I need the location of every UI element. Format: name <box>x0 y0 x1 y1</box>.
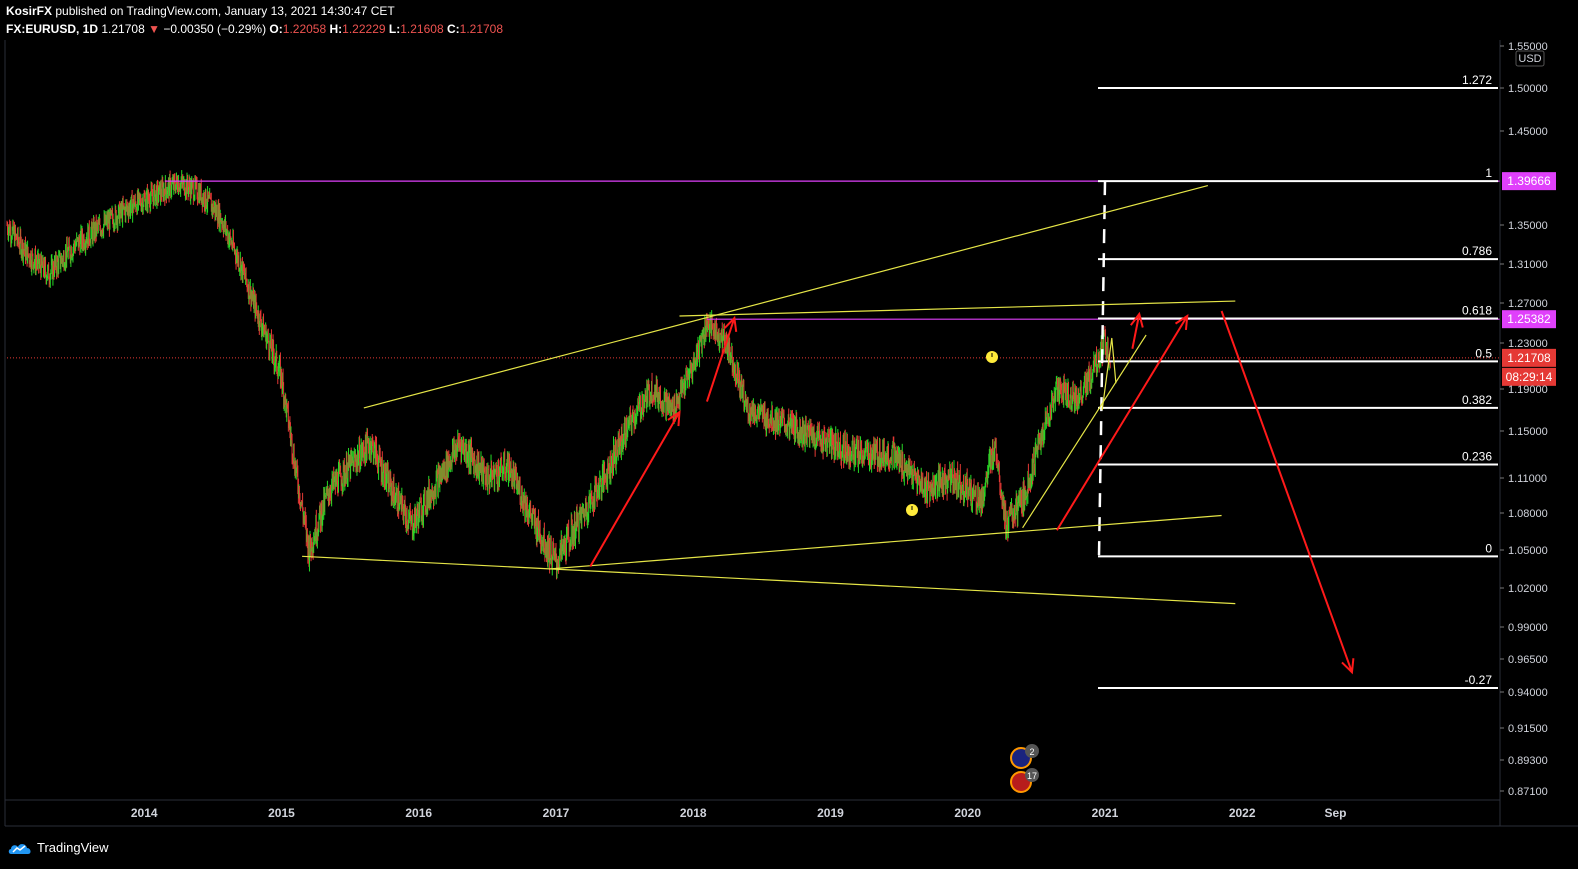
currency-label: USD <box>1518 53 1541 65</box>
x-tick-label: 2015 <box>268 806 295 820</box>
y-tick-label: 0.94000 <box>1508 687 1548 699</box>
y-tick-label: 0.91500 <box>1508 723 1548 735</box>
price-level-badge-label: 1.39666 <box>1507 174 1551 188</box>
x-tick-label: 2022 <box>1229 806 1256 820</box>
tradingview-brand[interactable]: TradingView <box>8 840 109 855</box>
tradingview-cloud-icon <box>8 843 31 854</box>
y-tick-label: 1.11000 <box>1508 473 1547 485</box>
fib-level-label: 0 <box>1485 541 1492 555</box>
event-count-label: 17 <box>1027 771 1037 781</box>
candles-layer <box>6 170 1111 580</box>
fib-dashed-connector[interactable] <box>1097 181 1107 557</box>
y-tick-label: 1.19000 <box>1508 384 1548 396</box>
arrow-shaft[interactable] <box>1220 310 1353 673</box>
arrow-shaft[interactable] <box>1056 315 1189 531</box>
levels-layer: 1.39666 1.25382 1.21708 08:29:14 <box>7 172 1556 386</box>
trendline[interactable] <box>549 514 1222 570</box>
fib-level-label: -0.27 <box>1465 673 1493 687</box>
x-tick-label: 2017 <box>543 806 570 820</box>
fib-level-label: 0.618 <box>1462 304 1492 318</box>
current-price-label: 1.21708 <box>1507 351 1551 365</box>
fib-level-label: 0.5 <box>1475 346 1492 360</box>
fib-level-label: 0.382 <box>1462 393 1492 407</box>
x-tick-label: Sep <box>1324 806 1346 820</box>
x-tick-label: 2014 <box>131 806 158 820</box>
fib-level-label: 1 <box>1485 166 1492 180</box>
fib-level-label: 1.272 <box>1462 73 1492 87</box>
price-chart[interactable]: 1.39666 1.25382 1.21708 08:29:14 1.272 1 0.78… <box>0 0 1578 832</box>
x-tick-label: 2018 <box>680 806 707 820</box>
x-tick-label: 2016 <box>405 806 432 820</box>
brand-label: TradingView <box>37 840 109 855</box>
x-tick-label: 2021 <box>1092 806 1119 820</box>
fib-level-label: 0.236 <box>1462 449 1492 463</box>
y-tick-label: 1.45000 <box>1508 126 1548 138</box>
event-count-label: 2 <box>1029 747 1034 757</box>
y-tick-label: 1.15000 <box>1508 426 1548 438</box>
countdown-label: 08:29:14 <box>1506 370 1553 384</box>
trendline[interactable] <box>302 555 1236 605</box>
y-tick-label: 0.99000 <box>1508 622 1548 634</box>
footer-bar: TradingView <box>0 832 1578 869</box>
price-level-badge-label: 1.25382 <box>1507 312 1551 326</box>
y-tick-label: 1.35000 <box>1508 220 1548 232</box>
y-tick-label: 1.08000 <box>1508 508 1548 520</box>
y-tick-label: 1.31000 <box>1508 259 1548 271</box>
x-tick-label: 2019 <box>817 806 844 820</box>
x-tick-label: 2020 <box>954 806 981 820</box>
y-tick-label: 1.02000 <box>1508 583 1548 595</box>
y-tick-label: 1.23000 <box>1508 338 1548 350</box>
y-tick-label: 0.87100 <box>1508 786 1548 798</box>
y-tick-label: 1.50000 <box>1508 83 1548 95</box>
y-tick-label: 1.05000 <box>1508 545 1548 557</box>
y-tick-label: 1.27000 <box>1508 298 1548 310</box>
fib-level-label: 0.786 <box>1462 244 1492 258</box>
trendline[interactable] <box>363 184 1209 409</box>
y-tick-label: 0.89300 <box>1508 755 1548 767</box>
y-tick-label: 0.96500 <box>1508 654 1548 666</box>
